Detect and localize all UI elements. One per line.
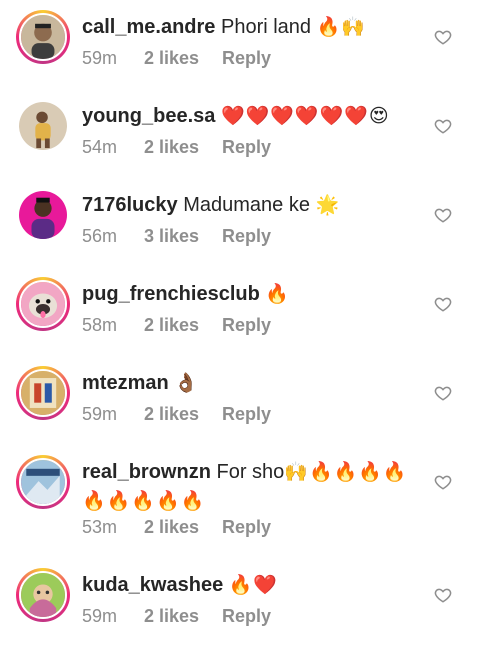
heart-outline-icon[interactable] [434, 384, 452, 402]
heart-outline-icon[interactable] [434, 117, 452, 135]
comment-body: Phori land [220, 16, 312, 38]
comment-likes[interactable]: 2 likes [144, 606, 222, 627]
comment-username[interactable]: young_bee.sa [82, 105, 215, 127]
comment-emoji: 👌🏾 [174, 373, 199, 394]
avatar-photo [19, 280, 67, 328]
comment-username[interactable]: mtezman [82, 372, 169, 394]
avatar-photo [19, 13, 67, 61]
comment-likes[interactable]: 2 likes [144, 404, 222, 425]
heart-outline-icon[interactable] [434, 295, 452, 313]
comment-text-line: kuda_kwashee 🔥❤️ [82, 571, 418, 600]
comment-time: 53m [82, 517, 118, 537]
comment-text-line: 7176lucky Madumane ke 🌟 [82, 191, 418, 220]
comment-username[interactable]: pug_frenchiesclub [82, 283, 260, 305]
avatar[interactable] [16, 188, 70, 242]
comment-likes[interactable]: 2 likes [144, 315, 222, 336]
reply-button[interactable]: Reply [222, 137, 271, 158]
comment-likes[interactable]: 2 likes [144, 137, 222, 158]
comment-emoji: 🔥🙌 [316, 17, 366, 38]
comment-text-line-2: 🔥🔥🔥🔥🔥 [82, 487, 418, 516]
avatar[interactable] [16, 455, 70, 509]
avatar-photo [19, 102, 67, 150]
avatar-photo [19, 458, 67, 506]
avatar[interactable] [16, 277, 70, 331]
comment-meta: 53m 2 likes Reply [82, 517, 271, 538]
comment-meta: 59m 2 likes Reply [82, 48, 271, 69]
comment-meta: 59m 2 likes Reply [82, 606, 271, 627]
comment-text-line: real_brownzn For sho🙌🔥🔥🔥🔥 [82, 458, 418, 487]
heart-outline-icon[interactable] [434, 206, 452, 224]
reply-button[interactable]: Reply [222, 48, 271, 69]
comment-username[interactable]: real_brownzn [82, 461, 211, 483]
comment-emoji: 🔥 [265, 284, 291, 305]
comment-likes[interactable]: 2 likes [144, 48, 222, 69]
comment-meta: 54m 2 likes Reply [82, 137, 271, 158]
comment-username[interactable]: call_me.andre [82, 16, 215, 38]
comment-emoji-continued: 🔥🔥🔥🔥🔥 [82, 491, 206, 512]
reply-button[interactable]: Reply [222, 517, 271, 538]
comment-username[interactable]: kuda_kwashee [82, 574, 223, 596]
avatar-photo [19, 571, 67, 619]
comment-time: 59m [82, 48, 118, 68]
heart-outline-icon[interactable] [434, 473, 452, 491]
comment-emoji: 🙌🔥🔥🔥🔥 [284, 462, 408, 483]
comment-body: For sho [216, 461, 285, 483]
comment-text-line: mtezman 👌🏾 [82, 369, 418, 398]
comment-meta: 56m 3 likes Reply [82, 226, 271, 247]
comment-time: 59m [82, 606, 118, 626]
comment-text-line: young_bee.sa ❤️❤️❤️❤️❤️❤️😍 [82, 102, 418, 131]
comment-time: 54m [82, 137, 118, 157]
comment-emoji: 🌟 [315, 195, 341, 216]
comment-meta: 59m 2 likes Reply [82, 404, 271, 425]
avatar[interactable] [16, 366, 70, 420]
avatar-photo [19, 369, 67, 417]
comment-body: Madumane ke [183, 194, 310, 216]
reply-button[interactable]: Reply [222, 404, 271, 425]
comment-time: 59m [82, 404, 118, 424]
avatar-photo [19, 191, 67, 239]
comment-time: 58m [82, 315, 118, 335]
avatar[interactable] [16, 10, 70, 64]
reply-button[interactable]: Reply [222, 226, 271, 247]
heart-outline-icon[interactable] [434, 586, 452, 604]
comment-meta: 58m 2 likes Reply [82, 315, 271, 336]
avatar[interactable] [16, 568, 70, 622]
comment-time: 56m [82, 226, 118, 246]
avatar[interactable] [16, 99, 70, 153]
comment-likes[interactable]: 3 likes [144, 226, 222, 247]
comment-emoji: ❤️❤️❤️❤️❤️❤️😍 [220, 106, 390, 127]
comment-likes[interactable]: 2 likes [144, 517, 222, 538]
comment-emoji: 🔥❤️ [228, 575, 279, 596]
heart-outline-icon[interactable] [434, 28, 452, 46]
comment-text-line: call_me.andre Phori land 🔥🙌 [82, 13, 418, 42]
comment-text-line: pug_frenchiesclub 🔥 [82, 280, 418, 309]
reply-button[interactable]: Reply [222, 315, 271, 336]
comment-username[interactable]: 7176lucky [82, 194, 178, 216]
reply-button[interactable]: Reply [222, 606, 271, 627]
